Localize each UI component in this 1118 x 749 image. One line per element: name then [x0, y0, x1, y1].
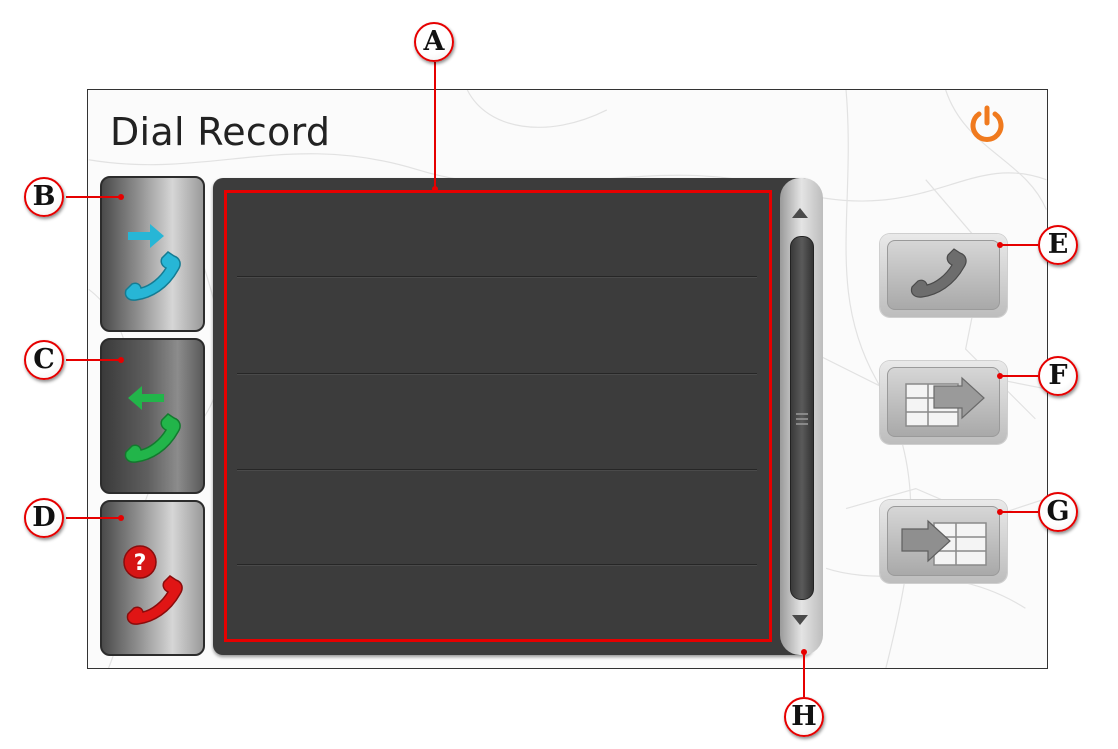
outgoing-call-icon — [124, 224, 181, 301]
leader-dot-g — [997, 509, 1003, 515]
missed-call-icon: ? — [123, 545, 183, 625]
leader-dot-a — [432, 186, 438, 192]
list-scrollbar[interactable] — [780, 178, 823, 655]
phone-handset-icon — [910, 248, 967, 298]
callout-d: D — [24, 498, 64, 538]
leader-line-e — [1000, 244, 1038, 246]
callout-b: B — [24, 177, 64, 217]
power-icon[interactable] — [966, 104, 1008, 146]
call-button[interactable] — [880, 234, 1007, 317]
export-to-phonebook-button[interactable] — [880, 361, 1007, 444]
tab-missed-calls[interactable]: ? — [100, 500, 205, 656]
list-row-divider — [237, 564, 757, 565]
leader-line-b — [66, 196, 122, 198]
callout-a: A — [414, 22, 454, 62]
tab-received-calls[interactable] — [100, 338, 205, 494]
list-row-divider — [237, 469, 757, 470]
leader-line-d — [66, 517, 122, 519]
scroll-up-arrow-icon[interactable] — [792, 208, 808, 218]
page-title: Dial Record — [110, 110, 331, 154]
leader-line-h — [803, 652, 805, 697]
leader-dot-h — [801, 649, 807, 655]
import-to-list-icon — [901, 519, 987, 566]
export-button-face — [887, 367, 1000, 437]
list-row-divider — [237, 373, 757, 374]
callout-f: F — [1038, 356, 1078, 396]
call-record-list[interactable] — [224, 190, 772, 642]
import-to-phonebook-button[interactable] — [880, 500, 1007, 583]
import-button-face — [887, 506, 1000, 576]
scrollbar-track[interactable] — [790, 236, 814, 600]
leader-line-g — [1000, 511, 1038, 513]
callout-g: G — [1038, 492, 1078, 532]
incoming-call-icon — [124, 386, 181, 463]
callout-h: H — [784, 697, 824, 737]
list-row-divider — [237, 276, 757, 277]
svg-text:?: ? — [134, 551, 147, 576]
scroll-grip-icon[interactable] — [796, 412, 808, 426]
export-to-list-icon — [905, 376, 985, 427]
call-button-face — [887, 240, 1000, 310]
scroll-down-arrow-icon[interactable] — [792, 615, 808, 625]
leader-line-c — [66, 359, 122, 361]
leader-dot-b — [118, 194, 124, 200]
callout-e: E — [1038, 225, 1078, 265]
callout-c: C — [24, 340, 64, 380]
leader-dot-e — [997, 242, 1003, 248]
leader-line-f — [1000, 375, 1038, 377]
leader-dot-c — [118, 357, 124, 363]
leader-dot-d — [118, 515, 124, 521]
leader-dot-f — [997, 373, 1003, 379]
tab-dialed-calls[interactable] — [100, 176, 205, 332]
dial-record-screen: Dial Record ? — [87, 89, 1048, 669]
leader-line-a — [434, 62, 436, 190]
